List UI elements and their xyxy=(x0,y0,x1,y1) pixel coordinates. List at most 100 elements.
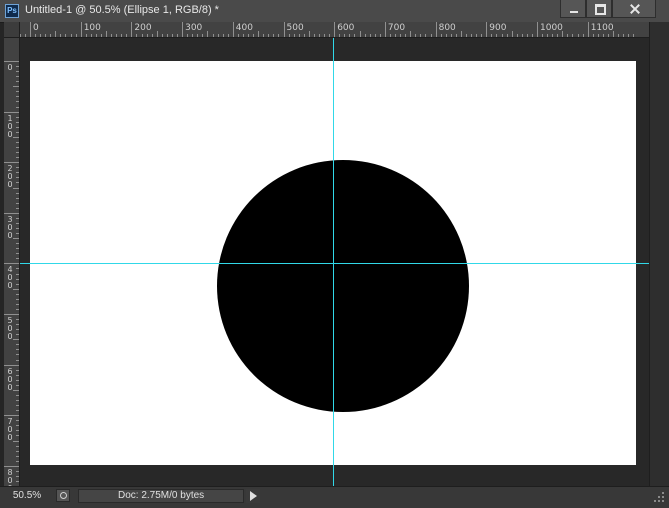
ruler-minor-tick xyxy=(16,222,19,224)
ruler-minor-tick xyxy=(35,34,37,37)
ruler-major-tick xyxy=(4,314,19,315)
ruler-major-tick xyxy=(4,212,19,214)
ruler-minor-tick xyxy=(227,34,229,37)
ruler-tick-label: 400 xyxy=(7,265,13,291)
ruler-minor-tick xyxy=(613,31,615,37)
ruler-minor-tick xyxy=(60,34,62,37)
ruler-minor-tick xyxy=(16,157,19,159)
ruler-minor-tick xyxy=(16,76,19,78)
ruler-minor-tick xyxy=(389,34,391,37)
ruler-minor-tick xyxy=(16,106,19,108)
ruler-minor-tick xyxy=(16,430,19,432)
ruler-minor-tick xyxy=(16,470,19,472)
ruler-minor-tick xyxy=(16,475,19,477)
ruler-minor-tick xyxy=(75,34,77,37)
ruler-minor-tick xyxy=(16,344,19,346)
photoshop-app-icon: Ps xyxy=(5,4,19,18)
ruler-minor-tick xyxy=(379,34,381,37)
zoom-level-field[interactable]: 50.5% xyxy=(6,489,48,503)
ruler-minor-tick xyxy=(324,34,326,37)
ruler-minor-tick xyxy=(293,34,295,37)
ruler-tick-label: 700 xyxy=(387,23,406,33)
ruler-minor-tick xyxy=(16,197,19,199)
ruler-minor-tick xyxy=(222,34,224,37)
ruler-minor-tick xyxy=(16,369,19,371)
ruler-major-tick xyxy=(131,22,133,37)
ruler-minor-tick xyxy=(16,182,19,184)
ruler-minor-tick xyxy=(547,34,549,37)
ellipse-layer-shape[interactable] xyxy=(217,160,469,412)
ruler-minor-tick xyxy=(13,187,19,189)
arrow-right-icon[interactable] xyxy=(246,489,260,503)
ruler-minor-tick xyxy=(16,248,19,250)
ruler-minor-tick xyxy=(16,96,19,98)
ruler-minor-tick xyxy=(496,34,498,37)
ruler-minor-tick xyxy=(111,34,113,37)
info-icon[interactable] xyxy=(56,489,70,502)
ruler-minor-tick xyxy=(16,167,19,169)
ruler-minor-tick xyxy=(521,34,523,37)
ruler-minor-tick xyxy=(177,34,179,37)
horizontal-guide[interactable] xyxy=(20,263,649,264)
ruler-minor-tick xyxy=(430,34,432,37)
vertical-ruler[interactable]: 0 100 200 300 400 500 600 700 800 xyxy=(4,38,20,486)
ruler-minor-tick xyxy=(16,116,19,118)
ruler-minor-tick xyxy=(197,34,199,37)
ruler-minor-tick xyxy=(258,31,260,37)
ruler-minor-tick xyxy=(557,34,559,37)
ruler-minor-tick xyxy=(491,34,493,37)
ruler-minor-tick xyxy=(16,349,19,351)
ruler-minor-tick xyxy=(16,81,19,83)
ruler-minor-tick xyxy=(445,34,447,37)
ruler-minor-tick xyxy=(455,34,457,37)
ruler-minor-tick xyxy=(13,288,19,290)
minimize-icon[interactable] xyxy=(560,0,586,18)
horizontal-ruler[interactable]: 0 100 200 300 400 500 600 700 800 900 1000 1100 xyxy=(20,22,649,38)
ruler-minor-tick xyxy=(369,34,371,37)
ruler-minor-tick xyxy=(16,202,19,204)
ruler-major-tick xyxy=(486,22,488,37)
ruler-major-tick xyxy=(334,22,336,37)
maximize-icon[interactable] xyxy=(586,0,612,18)
ruler-major-tick xyxy=(283,22,285,37)
status-bar: 50.5% Doc: 2.75M/0 bytes xyxy=(0,486,669,508)
ruler-minor-tick xyxy=(95,34,97,37)
resize-grip-icon[interactable] xyxy=(651,489,665,503)
ruler-minor-tick xyxy=(126,34,128,37)
ruler-minor-tick xyxy=(16,303,19,305)
ruler-minor-tick xyxy=(268,34,270,37)
vertical-scrollbar[interactable] xyxy=(649,22,669,486)
ruler-origin-corner[interactable] xyxy=(4,22,20,38)
ruler-minor-tick xyxy=(481,34,483,37)
close-icon[interactable] xyxy=(612,0,656,18)
ruler-minor-tick xyxy=(24,34,26,37)
ruler-minor-tick xyxy=(16,152,19,154)
ruler-minor-tick xyxy=(405,34,407,37)
ruler-minor-tick xyxy=(166,34,168,37)
document-workspace[interactable] xyxy=(20,38,649,486)
ruler-minor-tick xyxy=(16,91,19,93)
vertical-guide[interactable] xyxy=(333,38,334,486)
ruler-minor-tick xyxy=(16,329,19,331)
ruler-minor-tick xyxy=(45,34,47,37)
ruler-minor-tick xyxy=(90,34,92,37)
ruler-minor-tick xyxy=(16,410,19,412)
ruler-minor-tick xyxy=(16,298,19,300)
ruler-minor-tick xyxy=(542,34,544,37)
ruler-minor-tick xyxy=(516,34,518,37)
ruler-minor-tick xyxy=(16,455,19,457)
ruler-minor-tick xyxy=(121,34,123,37)
ruler-minor-tick xyxy=(16,268,19,270)
ruler-minor-tick xyxy=(511,31,513,37)
ruler-minor-tick xyxy=(16,121,19,123)
ruler-minor-tick xyxy=(242,34,244,37)
ruler-minor-tick xyxy=(207,31,209,37)
ruler-minor-tick xyxy=(16,394,19,396)
ruler-minor-tick xyxy=(151,34,153,37)
ruler-tick-label: 700 xyxy=(7,417,13,443)
ruler-minor-tick xyxy=(16,233,19,235)
ruler-minor-tick xyxy=(460,31,462,37)
ruler-minor-tick xyxy=(16,147,19,149)
ruler-major-tick xyxy=(4,162,19,164)
ruler-minor-tick xyxy=(156,31,158,37)
